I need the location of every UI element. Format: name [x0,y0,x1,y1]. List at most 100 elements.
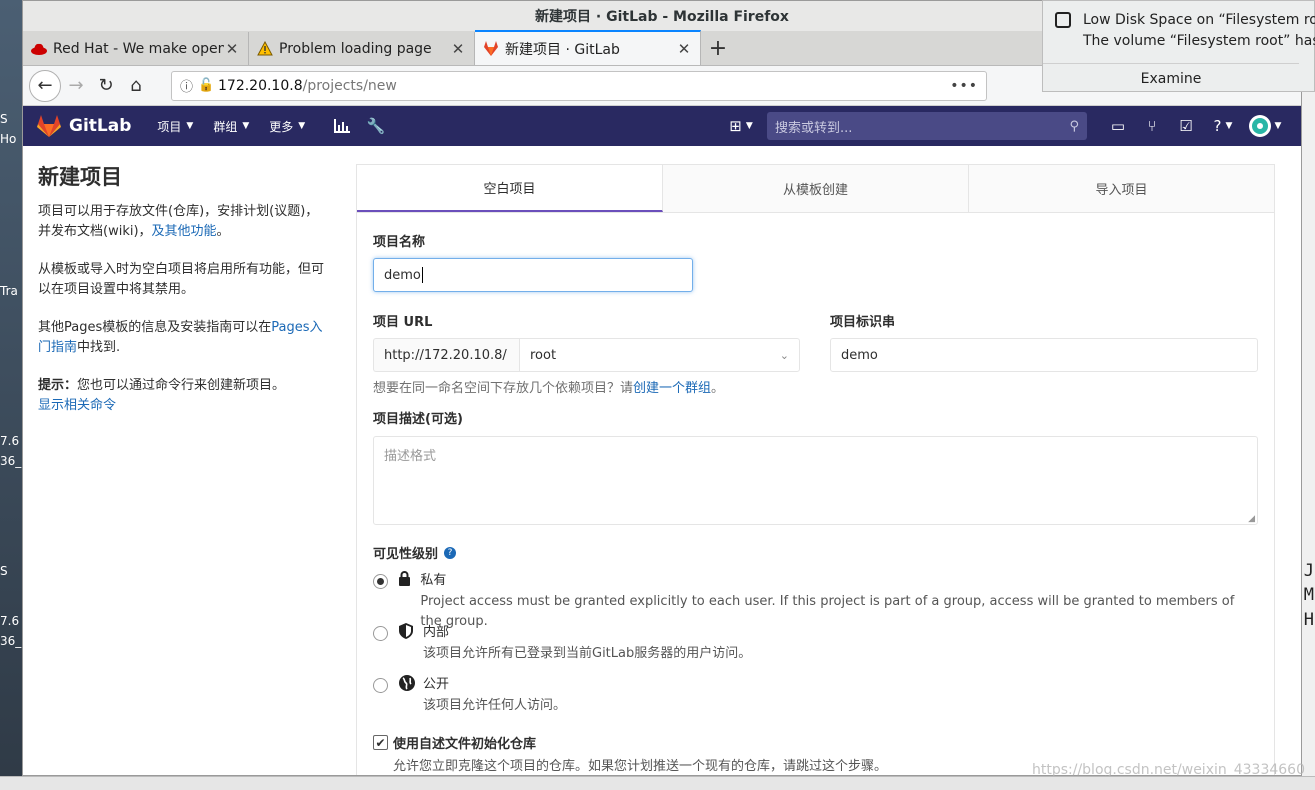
project-slug-input[interactable]: demo [830,338,1258,372]
merge-request-icon[interactable]: ⑂ [1135,112,1169,140]
page-actions-icon[interactable]: ••• [950,78,978,94]
close-tab-icon[interactable]: ✕ [450,40,466,58]
tab-import-project[interactable]: 导入项目 [969,165,1274,212]
new-project-panel: 空白项目 从模板创建 导入项目 项目名称 demo 项目 URL http://… [356,164,1275,775]
taskbar [0,776,1315,790]
page-content: 新建项目 项目可以用于存放文件(仓库)，安排计划(议题)，并发布文档(wiki)… [23,148,1301,775]
project-slug-label: 项目标识串 [830,315,896,330]
desktop-icon-label: 7.6 [0,434,20,448]
project-url-label: 项目 URL [373,315,433,330]
new-project-sidebar: 新建项目 项目可以用于存放文件(仓库)，安排计划(议题)，并发布文档(wiki)… [38,162,328,434]
brand-name: GitLab [69,116,132,136]
disk-warning-icon [1055,12,1071,28]
show-command-link[interactable]: 显示相关命令 [38,398,116,413]
resize-handle-icon[interactable]: ◢ [1248,514,1255,524]
desktop-icon-label: 36_ [0,454,22,468]
visibility-internal[interactable]: 内部 该项目允许所有已登录到当前GitLab服务器的用户访问。 [373,622,751,664]
url-prefix: http://172.20.10.8/ [373,338,519,372]
low-disk-notification[interactable]: Low Disk Space on “Filesystem root” The … [1042,0,1315,92]
menu-groups[interactable]: 群组 ▼ [213,118,249,135]
text-cursor [421,267,423,283]
desktop-icon-label: 7.6 [0,614,20,628]
reload-button[interactable]: ↻ [91,71,121,101]
create-group-link[interactable]: 创建一个群组 [633,381,711,396]
todos-check-icon[interactable]: ☑ [1169,112,1203,140]
project-url-group: http://172.20.10.8/ root ⌄ [373,338,800,372]
page-title: 新建项目 [38,165,122,189]
gitlab-logo[interactable]: GitLab [37,115,131,137]
url-bar[interactable]: ⓘ 🔓 172.20.10.8 /projects/new ••• [171,70,987,101]
desktop-icon-label: 36_ [0,634,22,648]
chevron-down-icon: ⌄ [779,348,789,362]
background-window [1300,0,1315,790]
more-features-link[interactable]: 及其他功能 [152,224,217,239]
tab-label: Red Hat - We make open [53,40,224,57]
notification-body: The volume “Filesystem root” has only [1083,33,1315,49]
readme-label: 使用自述文件初始化仓库 [393,737,537,752]
project-type-tabs: 空白项目 从模板创建 导入项目 [357,165,1274,213]
group-help-sentence: 想要在同一命名空间下存放几个依赖项目？请 [373,381,634,396]
project-description-label: 项目描述(可选) [373,412,463,427]
visibility-internal-radio[interactable] [373,626,388,641]
project-name-input[interactable]: demo [373,258,693,292]
desktop-icon-label: Ho [0,132,17,146]
visibility-heading: 可见性级别 ? [373,543,457,562]
info-icon[interactable]: ⓘ [180,76,198,95]
group-help-text: 想要在同一命名空间下存放几个依赖项目？请创建一个群组。 [373,377,724,396]
project-description-textarea[interactable]: 描述格式 ◢ [373,436,1258,525]
visibility-internal-desc: 该项目允许所有已登录到当前GitLab服务器的用户访问。 [423,646,752,661]
visibility-private-radio[interactable] [373,574,388,589]
visibility-internal-title: 内部 [423,625,450,640]
sidebar-template-note: 从模板或导入时为空白项目将启用所有功能，但可以在项目设置中将其禁用。 [38,262,325,297]
project-slug-value: demo [841,347,878,363]
globe-icon [399,674,423,716]
back-button[interactable]: ← [29,69,61,102]
tab-from-template[interactable]: 从模板创建 [663,165,969,212]
user-avatar[interactable]: ▼ [1243,112,1287,140]
visibility-private-title: 私有 [420,573,447,588]
sidebar-tip: 提示：您也可以通过命令行来创建新项目。 显示相关命令 [38,376,328,416]
namespace-select[interactable]: root ⌄ [519,338,800,372]
activity-chart-icon[interactable] [325,112,359,140]
project-name-value: demo [384,267,421,283]
menu-more[interactable]: 更多 ▼ [269,118,305,135]
menu-label: 群组 [213,119,238,134]
close-tab-icon[interactable]: ✕ [224,40,240,58]
warning-icon [257,41,273,57]
tab-label: 新建项目 · GitLab [505,41,620,58]
chevron-down-icon: ▼ [242,121,250,131]
tab-problem-loading[interactable]: Problem loading page ✕ [249,32,475,65]
tab-blank-project[interactable]: 空白项目 [357,165,663,212]
readme-checkbox-row[interactable]: ✔ 使用自述文件初始化仓库 [373,733,536,752]
visibility-public[interactable]: 公开 该项目允许任何人访问。 [373,674,566,716]
todo-board-icon[interactable]: ▭ [1101,112,1135,140]
new-tab-button[interactable]: + [701,32,735,65]
forward-button[interactable]: → [61,71,91,101]
new-plus-icon[interactable]: ⊞ ▼ [721,112,761,140]
search-input[interactable]: 搜索或转到... ⚲ [767,112,1087,140]
readme-checkbox[interactable]: ✔ [373,735,388,750]
chevron-down-icon: ▼ [298,121,306,131]
menu-label: 项目 [157,119,182,134]
menu-projects[interactable]: 项目 ▼ [157,118,193,135]
tab-gitlab-new-project[interactable]: 新建项目 · GitLab ✕ [475,30,701,65]
tab-redhat[interactable]: Red Hat - We make open ✕ [23,32,249,65]
chevron-down-icon: ▼ [186,121,194,131]
project-name-label: 项目名称 [373,235,426,250]
visibility-public-desc: 该项目允许任何人访问。 [423,698,567,713]
tip-text: 您也可以通过命令行来创建新项目。 [77,378,286,393]
visibility-public-radio[interactable] [373,678,388,693]
admin-wrench-icon[interactable]: 🔧 [359,112,393,140]
firefox-window: 新建项目 · GitLab - Mozilla Firefox Red Hat … [22,0,1302,776]
url-path: /projects/new [302,77,397,94]
examine-button[interactable]: Examine [1043,63,1299,93]
background-window-text: M [1303,585,1314,605]
close-tab-icon[interactable]: ✕ [676,40,692,58]
url-host: 172.20.10.8 [218,77,303,94]
desktop-icon-label: S [0,112,8,126]
help-question-icon[interactable]: ? [444,546,457,559]
home-button[interactable]: ⌂ [121,71,151,101]
help-icon[interactable]: ? ▼ [1203,112,1243,140]
namespace-value: root [530,347,557,363]
group-help-end: 。 [711,381,725,396]
